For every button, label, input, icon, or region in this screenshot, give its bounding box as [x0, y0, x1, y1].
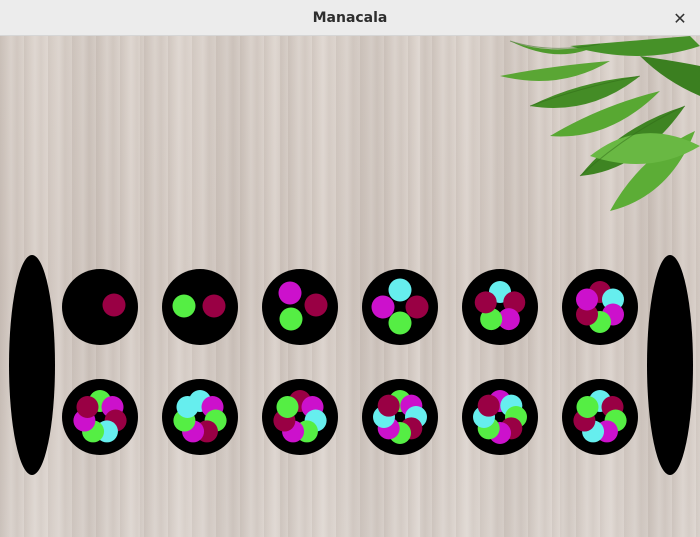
pit-bottom-6[interactable]: [562, 379, 638, 455]
mancala-window: Manacala ✕: [0, 0, 700, 537]
stone-magenta: [371, 295, 395, 319]
store-right: [647, 255, 693, 475]
pit-top-2[interactable]: [162, 269, 238, 345]
stone-maroon: [76, 396, 99, 419]
pit-top-5[interactable]: [462, 269, 538, 345]
stone-green: [172, 294, 196, 318]
pit-bottom-1[interactable]: [62, 379, 138, 455]
store-left: [9, 255, 55, 475]
stone-maroon: [304, 293, 328, 317]
pit-top-1[interactable]: [62, 269, 138, 345]
pit-bottom-2[interactable]: [162, 379, 238, 455]
stone-maroon: [477, 394, 500, 417]
stone-green: [576, 396, 599, 419]
pit-bottom-5[interactable]: [462, 379, 538, 455]
stone-maroon: [102, 293, 126, 317]
close-icon[interactable]: ✕: [670, 8, 690, 28]
pit-top-4[interactable]: [362, 269, 438, 345]
stone-green: [279, 307, 303, 331]
pit-bottom-3[interactable]: [262, 379, 338, 455]
stone-cyan: [388, 278, 412, 302]
stone-magenta: [278, 281, 302, 305]
pit-bottom-4[interactable]: [362, 379, 438, 455]
title-bar: Manacala ✕: [0, 0, 700, 36]
stone-cyan: [176, 396, 199, 419]
stone-maroon: [202, 294, 226, 318]
stone-green: [276, 396, 299, 419]
game-board: [0, 36, 700, 537]
stone-maroon: [405, 295, 429, 319]
stone-maroon: [474, 291, 497, 314]
herb-leaves-decoration: [500, 36, 700, 211]
stone-green: [388, 311, 412, 335]
window-title: Manacala: [312, 9, 388, 26]
pit-top-6[interactable]: [562, 269, 638, 345]
stone-magenta: [576, 288, 599, 311]
pit-top-3[interactable]: [262, 269, 338, 345]
stone-maroon: [377, 394, 400, 417]
